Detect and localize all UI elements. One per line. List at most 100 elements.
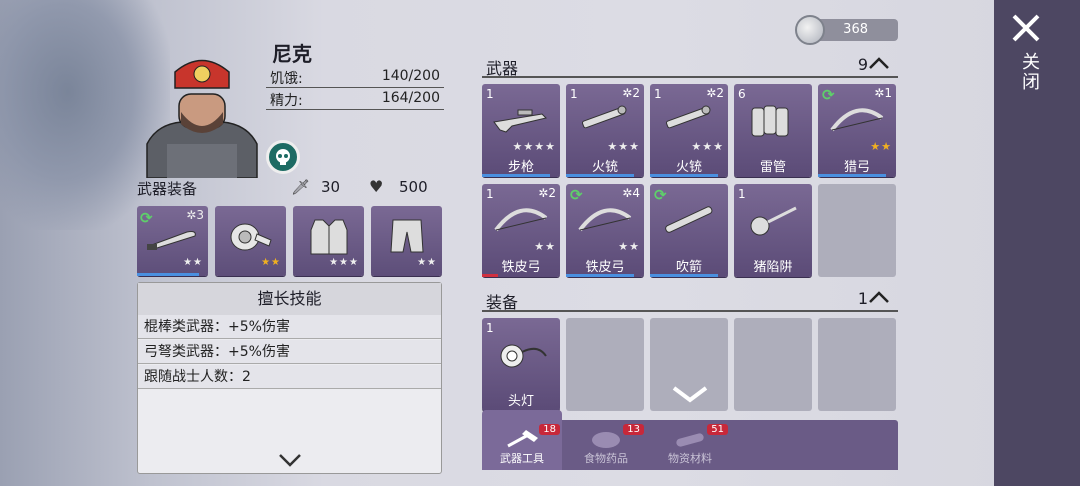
level-gear-icon: ✲2 [706, 86, 724, 100]
durability-bar [137, 273, 199, 276]
star-rating: ★★★ [607, 140, 640, 153]
weapon-slot[interactable]: 1 ★★★★ 步枪 [482, 84, 560, 177]
item-name: 步枪 [507, 160, 534, 175]
star-rating: ★★ [417, 257, 437, 268]
machete-icon [147, 231, 196, 250]
star-rating: ★★ [183, 257, 203, 268]
item-name: 猪陷阱 [753, 260, 793, 275]
weapon-equipment-bar: 武器装备 🗡 30 ♥ 500 [137, 176, 442, 200]
tab-label: 物资材料 [668, 452, 712, 465]
energy-stat: 精力: 164/200 [266, 88, 444, 110]
equipped-pants-slot[interactable]: ★★ [371, 206, 442, 276]
durability-bar [566, 274, 634, 277]
blowgun-icon [665, 206, 713, 233]
character-name: 尼克 [272, 42, 312, 66]
star-rating: ★★★ [691, 140, 724, 153]
level-gear-icon: ✲4 [622, 186, 640, 200]
level-gear-icon: ✲3 [186, 208, 204, 222]
weapons-count: 9 [857, 55, 868, 74]
refresh-icon: ⟳ [140, 209, 153, 227]
durability-bar [482, 274, 498, 277]
level-gear-icon: ✲2 [538, 186, 556, 200]
gear-section-header[interactable]: 装备 1 [482, 288, 898, 312]
item-quantity: 6 [738, 87, 746, 101]
attack-value: 30 [321, 178, 341, 196]
tab-materials[interactable]: 51 物资材料 [650, 420, 730, 470]
weapon-slot[interactable]: ⟳ ✲1 ★★ 猎弓 [818, 84, 896, 177]
equipped-item-slot[interactable]: ★★ [215, 206, 286, 276]
empty-gear-slot[interactable] [734, 318, 812, 411]
star-rating: ★★★ [329, 257, 359, 268]
durability-bar [650, 274, 718, 277]
rifle-icon [493, 109, 547, 133]
item-quantity: 1 [486, 321, 494, 335]
weapons-section-header[interactable]: 武器 9 [482, 54, 898, 78]
hunger-value: 140/200 [381, 68, 440, 84]
empty-gear-slot[interactable] [566, 318, 644, 411]
count-badge: 51 [707, 424, 728, 435]
pants-icon [390, 219, 424, 253]
count-badge: 13 [623, 424, 644, 435]
item-name: 猎弓 [843, 160, 870, 175]
chevron-down-icon[interactable] [670, 384, 710, 404]
star-rating: ★★ [534, 240, 556, 253]
trap-icon [750, 206, 797, 236]
vest-icon [310, 219, 348, 255]
weapon-equipment-title: 武器装备 [137, 180, 198, 198]
star-rating: ★★ [261, 257, 281, 268]
skill-line: 弓弩类武器：+5%伤害 [138, 340, 441, 364]
bow-icon [578, 208, 632, 232]
tab-weapons-tools[interactable]: 18 武器工具 [482, 410, 562, 470]
bow-icon [830, 108, 884, 132]
item-quantity: 1 [570, 87, 578, 101]
hunger-stat: 饥饿: 140/200 [266, 66, 444, 88]
durability-bar [818, 174, 886, 177]
sword-icon: 🗡 [291, 178, 311, 196]
skill-line: 跟随战士人数：2 [138, 365, 441, 389]
item-name: 铁皮弓 [585, 260, 625, 275]
heart-icon: ♥ [369, 177, 384, 196]
item-quantity: 1 [654, 87, 662, 101]
tab-label: 食物药品 [584, 452, 628, 465]
level-gear-icon: ✲2 [622, 86, 640, 100]
equipped-armor-slot[interactable]: ★★★ [293, 206, 364, 276]
weapon-slot[interactable]: 1 猪陷阱 [734, 184, 812, 277]
close-icon[interactable] [1010, 12, 1042, 44]
weapons-title: 武器 [486, 59, 519, 78]
equipped-weapon-slot[interactable]: ⟳ ✲3 ★★ [137, 206, 208, 276]
weapon-slot[interactable]: 6 雷管 [734, 84, 812, 177]
level-value: 2 [716, 86, 724, 100]
weapon-slot[interactable]: 1 ✲2 ★★★ 火铳 [650, 84, 728, 177]
star-rating: ★★★★ [512, 140, 556, 153]
weapon-slot[interactable]: ⟳ ✲4 ★★ 铁皮弓 [566, 184, 644, 277]
skills-title: 擅长技能 [138, 283, 441, 315]
durability-bar [482, 174, 550, 177]
gun-icon [582, 105, 627, 129]
weapon-slot[interactable]: 1 ✲2 ★★★ 火铳 [566, 84, 644, 177]
empty-gear-slot[interactable] [818, 318, 896, 411]
food-icon [592, 432, 620, 448]
hunger-label: 饥饿: [270, 71, 303, 87]
close-label[interactable]: 关闭 [1016, 52, 1042, 92]
level-value: 2 [632, 86, 640, 100]
tab-food-medicine[interactable]: 13 食物药品 [566, 420, 646, 470]
count-badge: 18 [539, 424, 560, 435]
energy-label: 精力: [270, 93, 303, 109]
durability-bar [566, 174, 634, 177]
gear-slot[interactable]: 1 头灯 [482, 318, 560, 411]
item-name: 火铳 [675, 160, 702, 175]
chevron-down-icon[interactable] [278, 451, 302, 472]
item-name: 吹箭 [675, 260, 702, 275]
skill-line: 棍棒类武器：+5%伤害 [138, 315, 441, 339]
chevron-up-icon[interactable] [868, 290, 890, 304]
health-value: 500 [399, 178, 428, 196]
character-portrait [146, 59, 258, 178]
headlamp-icon [500, 344, 547, 368]
item-quantity: 1 [486, 87, 494, 101]
chevron-up-icon[interactable] [868, 56, 890, 70]
empty-weapon-slot[interactable] [818, 184, 896, 277]
skull-badge-icon[interactable] [266, 140, 300, 174]
bow-icon [494, 208, 548, 232]
weapon-slot[interactable]: ⟳ 吹箭 [650, 184, 728, 277]
weapon-slot[interactable]: 1 ✲2 ★★ 铁皮弓 [482, 184, 560, 277]
